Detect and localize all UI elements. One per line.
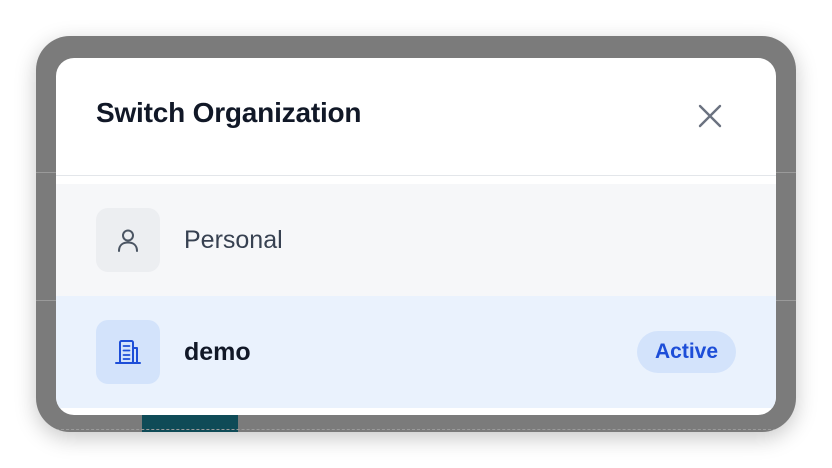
active-badge: Active bbox=[637, 331, 736, 373]
building-icon bbox=[115, 340, 141, 364]
dialog-header: Switch Organization bbox=[56, 58, 776, 176]
user-icon bbox=[118, 229, 138, 252]
organization-item-demo[interactable]: demo Active bbox=[56, 296, 776, 408]
organization-avatar bbox=[96, 208, 160, 272]
organization-name: Personal bbox=[184, 226, 283, 254]
organization-name: demo bbox=[184, 338, 251, 366]
background-divider bbox=[36, 429, 796, 430]
organization-avatar bbox=[96, 320, 160, 384]
switch-organization-dialog: Switch Organization Personal demo Active bbox=[56, 58, 776, 415]
dialog-title: Switch Organization bbox=[96, 97, 362, 128]
organization-list: Personal demo Active bbox=[56, 184, 776, 408]
organization-item-personal[interactable]: Personal bbox=[56, 184, 776, 296]
close-button[interactable] bbox=[692, 98, 728, 134]
close-icon bbox=[698, 104, 722, 128]
